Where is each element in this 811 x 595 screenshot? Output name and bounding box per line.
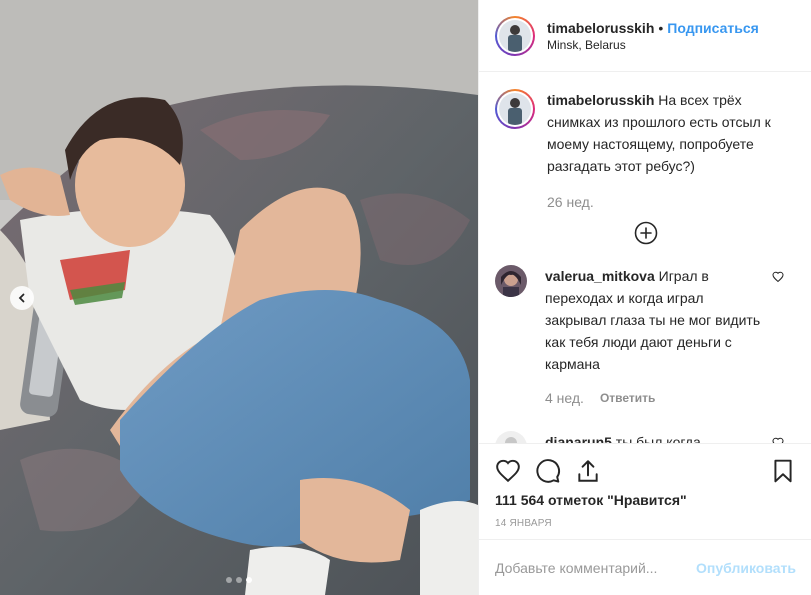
avatar-image	[499, 19, 531, 52]
caption-avatar[interactable]	[495, 89, 535, 129]
caption-time[interactable]: 26 нед.	[547, 191, 787, 213]
follow-button[interactable]: Подписаться	[667, 20, 759, 36]
share-icon[interactable]	[575, 458, 601, 484]
avatar-image	[495, 265, 527, 297]
comment-username[interactable]: dianarun5	[545, 434, 612, 443]
like-comment-heart-icon[interactable]	[772, 271, 784, 283]
post-caption: timabelorusskih На всех трёх снимках из …	[479, 73, 811, 213]
like-count[interactable]: 111 564 отметок "Нравится"	[495, 492, 796, 508]
load-more-comments-button[interactable]	[634, 221, 658, 245]
post-side-panel: timabelorusskih • Подписаться Minsk, Bel…	[478, 0, 811, 595]
comment-icon[interactable]	[535, 458, 561, 484]
publish-button[interactable]: Опубликовать	[696, 560, 796, 576]
chevron-left-icon	[18, 293, 25, 303]
bookmark-icon[interactable]	[770, 458, 796, 484]
author-username[interactable]: timabelorusskih	[547, 20, 654, 36]
heart-icon[interactable]	[495, 458, 521, 484]
avatar-image	[499, 93, 531, 125]
add-comment-bar: Опубликовать	[479, 539, 811, 595]
post-actions: 111 564 отметок "Нравится" 14 ЯНВАРЯ	[479, 443, 811, 529]
comment-input[interactable]	[495, 559, 697, 576]
carousel-dot	[226, 577, 232, 583]
carousel-dot-active	[246, 577, 252, 583]
commenter-avatar[interactable]	[495, 265, 527, 297]
caption-username[interactable]: timabelorusskih	[547, 92, 654, 108]
post-photo[interactable]	[0, 0, 478, 595]
previous-photo-button[interactable]	[10, 286, 34, 310]
post-location[interactable]: Minsk, Belarus	[547, 38, 759, 52]
post-date: 14 ЯНВАРЯ	[495, 518, 552, 529]
carousel-dot	[236, 577, 242, 583]
comment-item: valerua_mitkova Играл в переходах и когд…	[479, 265, 811, 409]
comment-username[interactable]: valerua_mitkova	[545, 268, 655, 284]
post-dialog: timabelorusskih • Подписаться Minsk, Bel…	[0, 0, 811, 595]
comments-list[interactable]: timabelorusskih На всех трёх снимках из …	[479, 73, 811, 443]
avatar-image	[495, 431, 527, 443]
author-avatar[interactable]	[495, 15, 535, 56]
post-header: timabelorusskih • Подписаться Minsk, Bel…	[479, 0, 811, 72]
comment-item: dianarun5 ты был когда маленький был так…	[479, 431, 811, 443]
commenter-avatar[interactable]	[495, 431, 527, 443]
photo-image	[0, 0, 478, 595]
reply-button[interactable]: Ответить	[600, 387, 655, 409]
comment-time[interactable]: 4 нед.	[545, 387, 584, 409]
carousel-indicator	[0, 577, 478, 583]
separator: •	[658, 19, 664, 36]
